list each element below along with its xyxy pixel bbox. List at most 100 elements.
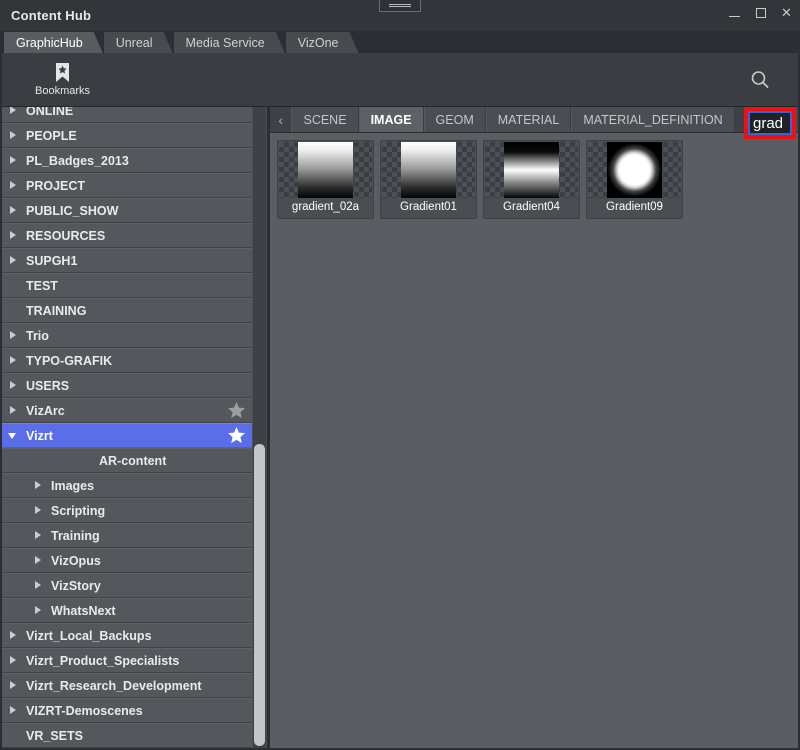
asset-type-tab-bar: ‹ SCENEIMAGEGEOMMATERIALMATERIAL_DEFINIT… <box>270 107 798 133</box>
chevron-right-icon[interactable] <box>8 155 19 166</box>
favorite-star-icon[interactable] <box>227 426 246 445</box>
tree-item-label: VizStory <box>51 579 101 593</box>
tree-item-vizrt-demoscenes[interactable]: VIZRT-Demoscenes <box>2 698 252 723</box>
close-button[interactable]: ✕ <box>779 5 794 20</box>
tree-scrollbar-thumb[interactable] <box>254 444 265 746</box>
chevron-right-icon[interactable] <box>8 405 19 416</box>
tree-item-vr-sets[interactable]: VR_SETS <box>2 723 252 748</box>
chevron-right-icon[interactable] <box>8 630 19 641</box>
chevron-right-icon[interactable] <box>33 555 44 566</box>
window-title: Content Hub <box>0 8 91 23</box>
chevron-right-icon[interactable] <box>8 355 19 366</box>
asset-tab-material_definition[interactable]: MATERIAL_DEFINITION <box>571 107 734 132</box>
minimize-button[interactable] <box>727 5 742 20</box>
main-tab-vizone[interactable]: VizOne <box>286 32 359 53</box>
bookmarks-label: Bookmarks <box>35 85 90 97</box>
chevron-right-icon[interactable] <box>8 705 19 716</box>
tree-item-typo-grafik[interactable]: TYPO-GRAFIK <box>2 348 252 373</box>
chevron-right-icon[interactable] <box>8 180 19 191</box>
chevron-right-icon[interactable] <box>33 605 44 616</box>
tree-item-training[interactable]: TRAINING <box>2 298 252 323</box>
tree-item-label: TYPO-GRAFIK <box>26 354 112 368</box>
tree-item-public-show[interactable]: PUBLIC_SHOW <box>2 198 252 223</box>
search-icon[interactable] <box>749 69 771 91</box>
tree-item-label: TEST <box>26 279 58 293</box>
chevron-down-icon[interactable] <box>8 430 19 441</box>
chevron-right-icon[interactable] <box>8 655 19 666</box>
gradient-vertical-white-black-icon <box>298 142 353 198</box>
tree-item-supgh1[interactable]: SUPGH1 <box>2 248 252 273</box>
tree-item-trio[interactable]: Trio <box>2 323 252 348</box>
tree-item-vizstory[interactable]: VizStory <box>2 573 252 598</box>
maximize-button[interactable] <box>753 5 768 20</box>
tree-item-label: VIZRT-Demoscenes <box>26 704 143 718</box>
tree-item-resources[interactable]: RESOURCES <box>2 223 252 248</box>
bookmark-star-icon <box>53 62 72 83</box>
thumbnail-label: Gradient04 <box>503 201 560 213</box>
tree-item-training[interactable]: Training <box>2 523 252 548</box>
tree-item-label: RESOURCES <box>26 229 105 243</box>
thumbnail-label: gradient_02a <box>292 201 359 213</box>
chevron-right-icon[interactable] <box>33 480 44 491</box>
tree-item-label: SUPGH1 <box>26 254 77 268</box>
toolbar: Bookmarks <box>2 53 798 106</box>
tree-item-label: PUBLIC_SHOW <box>26 204 118 218</box>
drag-handle-icon[interactable] <box>379 0 421 12</box>
chevron-right-icon[interactable] <box>33 530 44 541</box>
tree-item-label: Vizrt_Product_Specialists <box>26 654 179 668</box>
tree-item-scripting[interactable]: Scripting <box>2 498 252 523</box>
asset-thumbnail[interactable]: Gradient09 <box>586 140 683 219</box>
tree-item-vizrt[interactable]: Vizrt <box>2 423 252 448</box>
tree-item-pl-badges-2013[interactable]: PL_Badges_2013 <box>2 148 252 173</box>
tree-item-label: VizOpus <box>51 554 101 568</box>
asset-tab-image[interactable]: IMAGE <box>359 107 424 132</box>
asset-thumbnail[interactable]: Gradient04 <box>483 140 580 219</box>
tree-item-label: Vizrt_Research_Development <box>26 679 202 693</box>
tree-scrollbar[interactable] <box>253 107 266 748</box>
chevron-right-icon[interactable] <box>8 107 19 116</box>
main-tab-media-service[interactable]: Media Service <box>174 32 285 53</box>
tree-item-project[interactable]: PROJECT <box>2 173 252 198</box>
thumbnail-image <box>382 142 475 198</box>
tree-item-vizarc[interactable]: VizArc <box>2 398 252 423</box>
chevron-right-icon[interactable] <box>8 230 19 241</box>
chevron-right-icon[interactable] <box>8 380 19 391</box>
tree-item-label: Images <box>51 479 94 493</box>
search-input[interactable]: grad <box>748 111 792 135</box>
tree-item-test[interactable]: TEST <box>2 273 252 298</box>
asset-thumbnail[interactable]: gradient_02a <box>277 140 374 219</box>
window-body: Bookmarks ONLINEPEOPLEPL_Badges_2013PROJ… <box>0 53 800 750</box>
chevron-right-icon[interactable] <box>8 255 19 266</box>
search-input-value: grad <box>753 115 783 132</box>
tree-item-vizrt-product-specialists[interactable]: Vizrt_Product_Specialists <box>2 648 252 673</box>
asset-tab-scene[interactable]: SCENE <box>291 107 358 132</box>
tabs-prev-button[interactable]: ‹ <box>270 107 291 132</box>
tree-item-ar-content[interactable]: AR-content <box>2 448 252 473</box>
tree-item-vizrt-local-backups[interactable]: Vizrt_Local_Backups <box>2 623 252 648</box>
chevron-right-icon[interactable] <box>8 130 19 141</box>
chevron-right-icon[interactable] <box>8 330 19 341</box>
tree-item-label: VR_SETS <box>26 729 83 743</box>
chevron-right-icon[interactable] <box>33 580 44 591</box>
favorite-star-icon[interactable] <box>227 401 246 420</box>
tree-item-label: VizArc <box>26 404 65 418</box>
radial-white-circle-icon <box>607 142 662 198</box>
main-tab-graphichub[interactable]: GraphicHub <box>4 32 103 53</box>
asset-tab-geom[interactable]: GEOM <box>424 107 486 132</box>
tree-item-vizrt-research-development[interactable]: Vizrt_Research_Development <box>2 673 252 698</box>
tree-item-images[interactable]: Images <box>2 473 252 498</box>
chevron-right-icon[interactable] <box>8 205 19 216</box>
bookmarks-button[interactable]: Bookmarks <box>35 62 90 97</box>
tree-item-online[interactable]: ONLINE <box>2 107 252 123</box>
tree-item-whatsnext[interactable]: WhatsNext <box>2 598 252 623</box>
main-tab-unreal[interactable]: Unreal <box>104 32 173 53</box>
thumbnail-image <box>588 142 681 198</box>
asset-tab-material[interactable]: MATERIAL <box>486 107 572 132</box>
chevron-right-icon[interactable] <box>33 505 44 516</box>
tree-item-users[interactable]: USERS <box>2 373 252 398</box>
main-split: ONLINEPEOPLEPL_Badges_2013PROJECT PUBLIC_… <box>2 106 798 748</box>
tree-item-people[interactable]: PEOPLE <box>2 123 252 148</box>
asset-thumbnail[interactable]: Gradient01 <box>380 140 477 219</box>
tree-item-vizopus[interactable]: VizOpus <box>2 548 252 573</box>
chevron-right-icon[interactable] <box>8 680 19 691</box>
